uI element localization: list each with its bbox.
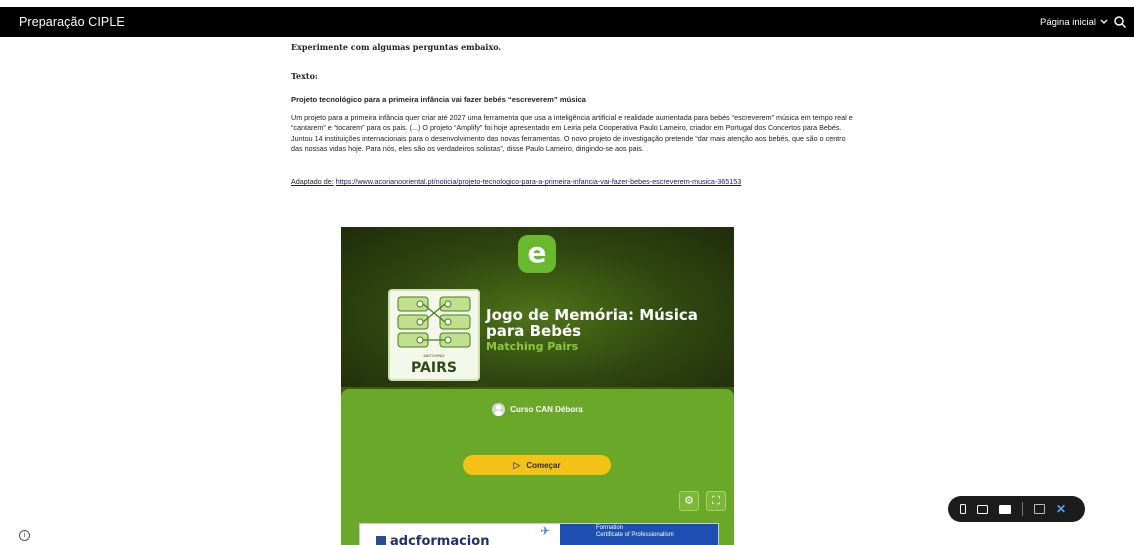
page-content: Experimente com algumas perguntas embaix… <box>291 42 859 186</box>
top-navbar: Preparação CIPLE Página inicial <box>0 7 1134 37</box>
game-start-panel: Curso CAN Débora ▷ Começar ⚙ ⛶ <box>341 389 734 545</box>
author-line: Curso CAN Débora <box>341 403 734 416</box>
avatar <box>492 403 506 416</box>
game-embed: e MATCHING PAIRS Jogo de Memória: Música… <box>341 227 734 545</box>
ad-line-2: Certificate of Professionalism <box>596 532 674 538</box>
source-label: Adaptado de: <box>291 177 334 186</box>
source-line: Adaptado de: https://www.acorianoorienta… <box>291 177 741 188</box>
chevron-down-icon <box>1100 18 1108 27</box>
matching-pairs-card-icon: MATCHING PAIRS <box>388 289 480 381</box>
phone-icon[interactable] <box>960 504 966 514</box>
exelearning-logo: e <box>518 235 556 273</box>
tablet-icon[interactable] <box>977 504 988 514</box>
ad-logo-icon <box>376 536 386 545</box>
close-icon[interactable]: ✕ <box>1056 503 1066 515</box>
settings-icon[interactable]: ⚙ <box>679 491 699 511</box>
ad-brand: adcformacion <box>390 534 490 545</box>
toolbar-divider <box>1022 502 1023 516</box>
site-title[interactable]: Preparação CIPLE <box>19 15 125 29</box>
play-icon: ▷ <box>513 459 521 470</box>
intro-text: Experimente com algumas perguntas embaix… <box>291 42 502 52</box>
book-icon[interactable] <box>1034 504 1045 514</box>
matching-pairs-graphic-icon <box>397 296 471 348</box>
search-icon[interactable] <box>1113 15 1127 29</box>
start-label: Começar <box>526 460 561 470</box>
nav-home-menu[interactable]: Página inicial <box>1040 17 1108 28</box>
top-strip <box>0 0 1134 7</box>
source-link[interactable]: https://www.acorianooriental.pt/noticia/… <box>336 177 741 186</box>
article-body: Um projeto para a primeira infância quer… <box>291 113 853 153</box>
ad-line-1: Formation <box>596 525 624 531</box>
game-title: Jogo de Memória: Música para Bebés <box>486 306 698 340</box>
fullscreen-icon[interactable]: ⛶ <box>706 491 726 511</box>
card-pairs-text: PAIRS <box>411 360 457 376</box>
ad-text-block: Formation Certificate of Professionalism <box>560 524 718 545</box>
start-button[interactable]: ▷ Começar <box>463 455 611 475</box>
article-title: Projeto tecnológico para a primeira infâ… <box>291 95 587 104</box>
laptop-icon[interactable] <box>999 504 1011 514</box>
card-small-text: MATCHING <box>423 353 445 358</box>
text-label: Texto: <box>291 71 318 81</box>
game-subtitle: Matching Pairs <box>486 340 579 353</box>
ad-banner[interactable]: adcformacion ✈ Formation Certificate of … <box>359 523 719 545</box>
nav-home-label: Página inicial <box>1040 17 1096 28</box>
info-icon[interactable]: i <box>19 530 30 541</box>
device-preview-toolbar: ✕ <box>948 496 1085 522</box>
author-name: Curso CAN Débora <box>510 405 583 414</box>
